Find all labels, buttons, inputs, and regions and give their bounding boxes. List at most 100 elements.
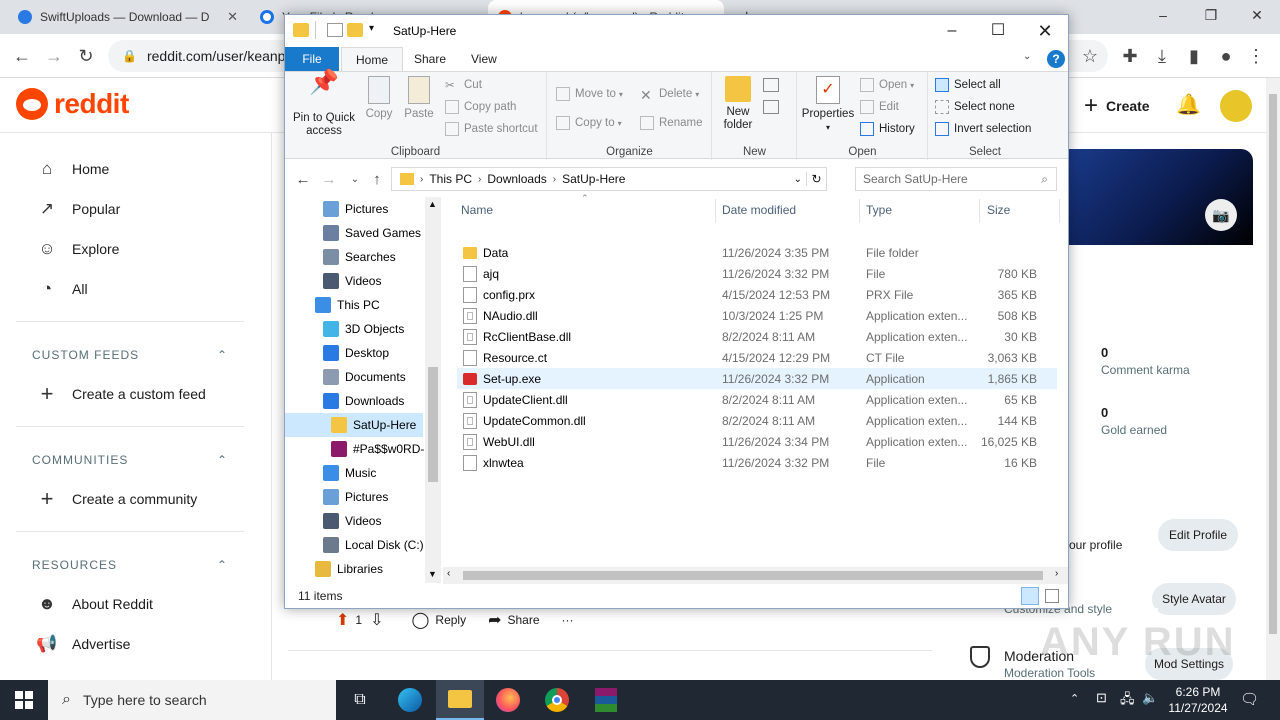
reply-button[interactable]: ◯ Reply: [412, 610, 467, 630]
paste-button[interactable]: Paste: [401, 76, 437, 121]
browser-restore-button[interactable]: ❐: [1188, 0, 1234, 30]
file-row[interactable]: Resource.ct 4/15/2024 12:29 PM CT File 3,06…: [457, 347, 1057, 368]
column-separator[interactable]: [979, 199, 980, 223]
new-item-icon[interactable]: [763, 78, 779, 92]
sidebar-item-about-reddit[interactable]: ☻ About Reddit: [36, 592, 153, 616]
network-icon[interactable]: 🖧: [1120, 690, 1135, 712]
customize-quick-access-icon[interactable]: ▾: [369, 23, 374, 34]
avatar[interactable]: [1220, 90, 1252, 122]
sidebar-item-all[interactable]: ◔ All: [36, 277, 88, 301]
large-icons-view-icon[interactable]: [1045, 589, 1059, 603]
side-panel-icon[interactable]: ▮: [1182, 44, 1206, 68]
upvote-icon[interactable]: ⬆: [336, 610, 349, 630]
edit-profile-button[interactable]: Edit Profile: [1158, 519, 1238, 551]
taskbar-search-input[interactable]: ⌕ Type here to search: [48, 680, 336, 720]
scrollbar-thumb[interactable]: [428, 367, 438, 482]
breadcrumb-satup-here[interactable]: SatUp-Here: [562, 172, 625, 186]
task-view-icon[interactable]: ⧉: [336, 680, 384, 720]
nav-item[interactable]: Libraries: [315, 557, 383, 581]
resources-header[interactable]: RESOURCES ⌃: [32, 558, 228, 572]
nav-item[interactable]: SatUp-Here: [285, 413, 423, 437]
reload-icon[interactable]: ↻: [74, 44, 98, 68]
nav-item[interactable]: Downloads: [323, 389, 404, 413]
tab-home[interactable]: Home: [341, 47, 404, 71]
move-to-button[interactable]: Move to ▾: [556, 84, 623, 104]
share-button[interactable]: ➦ Share: [488, 610, 539, 630]
back-arrow-icon[interactable]: ←: [293, 170, 313, 190]
firefox-icon[interactable]: [484, 680, 532, 720]
nav-item[interactable]: Pictures: [323, 485, 388, 509]
column-separator[interactable]: [1059, 199, 1060, 223]
nav-item[interactable]: Desktop: [323, 341, 389, 365]
browser-close-button[interactable]: ✕: [1234, 0, 1280, 30]
ribbon-expand-icon[interactable]: ⌄: [1023, 51, 1031, 62]
downvote-icon[interactable]: ⇩: [370, 610, 383, 630]
explorer-minimize-button[interactable]: –: [929, 15, 975, 47]
cut-button[interactable]: ✂ Cut: [445, 75, 482, 95]
sidebar-item-home[interactable]: ⌂ Home: [36, 157, 110, 181]
volume-icon[interactable]: 🔈: [1142, 690, 1158, 706]
nav-item[interactable]: Searches: [323, 245, 396, 269]
nav-item[interactable]: Saved Games: [323, 221, 421, 245]
file-row[interactable]: Data 11/26/2024 3:35 PM File folder: [457, 242, 1057, 263]
new-folder-quick-icon[interactable]: [347, 23, 363, 37]
forward-arrow-icon[interactable]: →: [319, 170, 339, 190]
edge-icon[interactable]: [386, 680, 434, 720]
invert-selection-button[interactable]: Invert selection: [935, 119, 1031, 139]
properties-button[interactable]: ✓ Properties ▾: [800, 76, 856, 134]
file-row[interactable]: Set-up.exe 11/26/2024 3:32 PM Application 1…: [457, 368, 1057, 389]
file-row[interactable]: UpdateClient.dll 8/2/2024 8:11 AM Applicat…: [457, 389, 1057, 410]
nav-item[interactable]: Videos: [323, 509, 381, 533]
copy-button[interactable]: Copy: [361, 76, 397, 121]
refresh-icon[interactable]: ↻: [806, 172, 826, 186]
navigation-scrollbar[interactable]: ▲ ▼: [425, 197, 441, 583]
column-separator[interactable]: [859, 199, 860, 223]
notification-bell-icon[interactable]: 🔔: [1176, 92, 1201, 117]
properties-quick-icon[interactable]: [327, 23, 343, 37]
notifications-icon[interactable]: 🗨: [1240, 690, 1259, 708]
tab-file[interactable]: File: [285, 47, 339, 71]
edit-button[interactable]: Edit: [860, 97, 899, 117]
explorer-close-button[interactable]: ✕: [1022, 15, 1068, 47]
sidebar-item-advertise[interactable]: 📢 Advertise: [36, 632, 130, 656]
sidebar-item-explore[interactable]: ☺ Explore: [36, 237, 119, 261]
bookmark-star-icon[interactable]: ☆: [1078, 44, 1102, 68]
pin-quick-access-button[interactable]: 📌 Pin to Quick access: [289, 71, 359, 138]
download-icon[interactable]: ⤓: [1150, 44, 1174, 68]
explorer-maximize-button[interactable]: ☐: [975, 15, 1021, 47]
copy-path-button[interactable]: Copy path: [445, 97, 516, 117]
help-icon[interactable]: ?: [1047, 50, 1065, 68]
new-folder-button[interactable]: New folder: [717, 76, 759, 132]
file-row[interactable]: xlnwtea 11/26/2024 3:32 PM File 16 KB: [457, 452, 1057, 473]
details-view-icon[interactable]: [1021, 587, 1039, 605]
communities-header[interactable]: COMMUNITIES ⌃: [32, 453, 228, 467]
style-avatar-button[interactable]: Style Avatar: [1152, 583, 1236, 615]
copy-to-button[interactable]: Copy to ▾: [556, 113, 622, 133]
tray-chevron-up-icon[interactable]: ⌃: [1070, 692, 1079, 705]
scroll-right-icon[interactable]: ›: [1055, 568, 1058, 579]
nav-item[interactable]: Documents: [323, 365, 406, 389]
rename-button[interactable]: Rename: [640, 113, 702, 133]
tab-share[interactable]: Share: [400, 47, 460, 71]
back-arrow-icon[interactable]: ←: [10, 44, 34, 68]
horizontal-scrollbar[interactable]: ‹ ›: [443, 567, 1068, 584]
open-button[interactable]: Open ▾: [860, 75, 914, 95]
select-all-button[interactable]: Select all: [935, 75, 1001, 95]
nav-item[interactable]: #Pa$$w0RD-2: [331, 437, 431, 461]
camera-icon[interactable]: 📷: [1205, 199, 1237, 231]
create-button[interactable]: + Create: [1084, 92, 1150, 120]
address-bar[interactable]: › This PC › Downloads › SatUp-Here ⌄ ↻: [391, 167, 827, 191]
nav-item[interactable]: Music: [323, 461, 376, 485]
more-options-button[interactable]: ···: [562, 613, 574, 627]
chrome-icon[interactable]: [533, 680, 581, 720]
browser-minimize-button[interactable]: –: [1140, 0, 1186, 30]
browser-tab-swiftuploads[interactable]: SwiftUploads — Download — D ✕: [8, 0, 248, 34]
custom-feeds-header[interactable]: CUSTOM FEEDS ⌃: [32, 348, 228, 362]
nav-item[interactable]: Videos: [323, 269, 381, 293]
scroll-left-icon[interactable]: ‹: [447, 568, 450, 579]
column-header-type[interactable]: Type: [866, 203, 892, 217]
taskbar-clock[interactable]: 6:26 PM 11/27/2024: [1162, 684, 1234, 716]
file-row[interactable]: ajq 11/26/2024 3:32 PM File 780 KB: [457, 263, 1057, 284]
file-explorer-icon[interactable]: [436, 680, 484, 720]
nav-item[interactable]: 3D Objects: [323, 317, 404, 341]
